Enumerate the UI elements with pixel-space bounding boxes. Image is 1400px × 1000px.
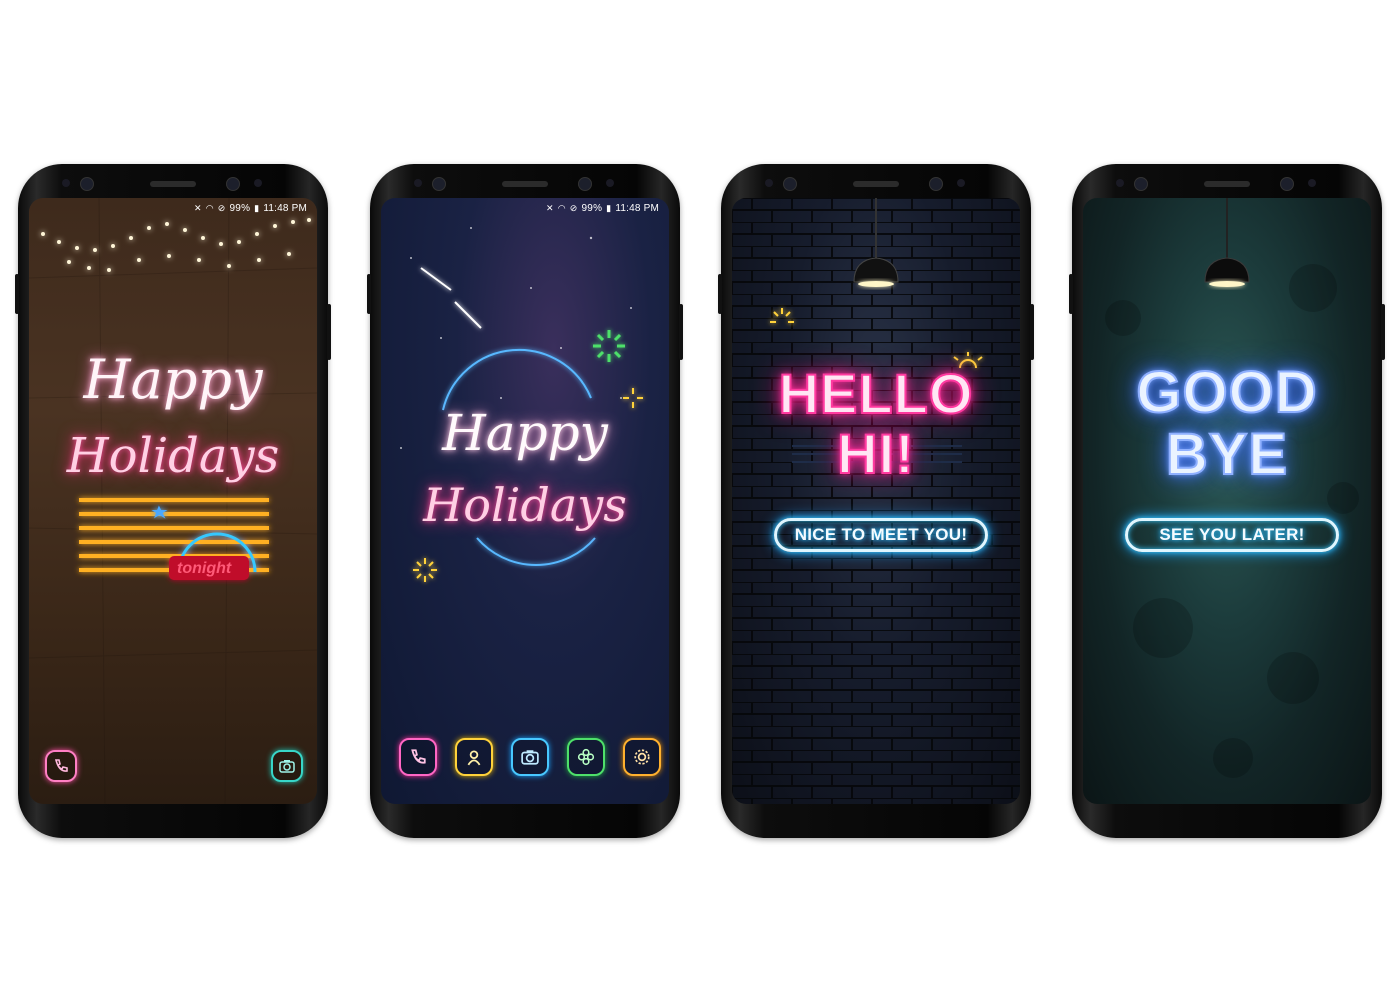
battery-icon: ▮ [606, 203, 612, 213]
neon-pill-see-you-later: SEE YOU LATER! [1125, 518, 1339, 552]
wifi-icon: ◠ [557, 203, 566, 213]
front-camera [80, 177, 94, 191]
wallpaper-title-happy: Happy [83, 348, 263, 411]
wallpaper-brick-wall [732, 198, 1020, 804]
wifi-icon: ◠ [205, 203, 214, 213]
wallpaper-screen: GOOD BYE SEE YOU LATER! [1083, 198, 1371, 804]
settings-icon[interactable] [623, 738, 661, 776]
home-screen: Happy Holidays ✕ ◠ ⊘ 99% ▮ 11:48 PM [381, 198, 669, 804]
contacts-icon[interactable] [455, 738, 493, 776]
clock: 11:48 PM [263, 203, 307, 214]
earpiece-speaker [150, 181, 196, 187]
mute-icon: ✕ [193, 203, 202, 213]
battery-level: 99% [581, 203, 603, 214]
phone-2: Happy Holidays ✕ ◠ ⊘ 99% ▮ 11:48 PM [367, 164, 683, 838]
pendant-lamp [1204, 257, 1250, 283]
wallpaper-concrete-wall [1105, 198, 1359, 778]
phone-4: GOOD BYE SEE YOU LATER! [1069, 164, 1385, 838]
clock: 11:48 PM [615, 203, 659, 214]
battery-icon: ▮ [254, 203, 260, 213]
phone-icon[interactable] [45, 750, 77, 782]
tonight-sign: tonight [177, 560, 232, 577]
wallpaper-title-holidays: Holidays [66, 428, 280, 484]
neon-pill-nice-to-meet-you: NICE TO MEET YOU! [774, 518, 988, 552]
no-signal-icon: ⊘ [569, 203, 578, 213]
headline-hi: HI! [836, 422, 915, 485]
status-bar: ✕ ◠ ⊘ 99% ▮ 11:48 PM [194, 203, 307, 214]
status-bar: ✕ ◠ ⊘ 99% ▮ 11:48 PM [546, 203, 659, 214]
wallpaper-screen: HELLO HI! NICE TO MEET YOU! [732, 198, 1020, 804]
wallpaper-title-holidays: Holidays [423, 478, 627, 532]
headline-good: GOOD [1135, 360, 1318, 425]
wallpaper-happy-holidays-wood: tonight [29, 198, 317, 804]
no-signal-icon: ⊘ [217, 203, 226, 213]
camera-icon[interactable] [511, 738, 549, 776]
wallpaper-title-happy: Happy [442, 404, 608, 462]
mute-icon: ✕ [545, 203, 554, 213]
camera-icon[interactable] [271, 750, 303, 782]
phone-3: HELLO HI! NICE TO MEET YOU! [718, 164, 1034, 838]
phone-1: tonight Happy Holidays ✕ ◠ ⊘ 99% ▮ 11:48… [15, 164, 331, 838]
lock-screen: tonight Happy Holidays ✕ ◠ ⊘ 99% ▮ 11:48… [29, 198, 317, 804]
phone-icon[interactable] [399, 738, 437, 776]
gallery-icon[interactable] [567, 738, 605, 776]
headline-hello: HELLO [778, 362, 974, 425]
headline-bye: BYE [1165, 422, 1289, 487]
battery-level: 99% [229, 203, 251, 214]
